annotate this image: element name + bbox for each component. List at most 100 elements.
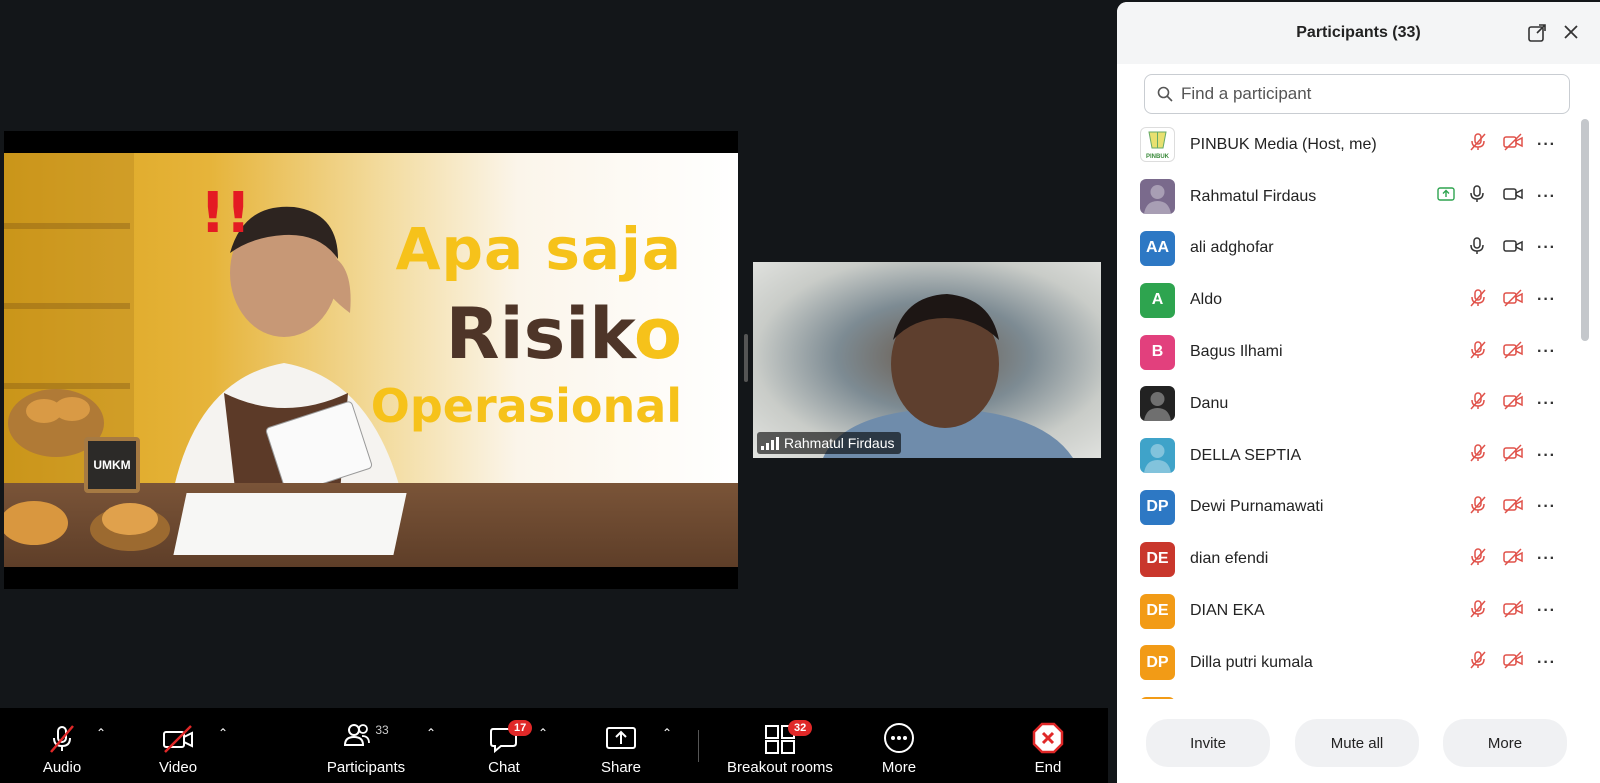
avatar-initials: B [1151,343,1164,361]
camera-icon[interactable] [1503,186,1523,207]
camera-off-icon[interactable] [1503,341,1523,364]
participant-more-icon[interactable]: ··· [1537,654,1556,672]
participant-more-icon[interactable]: ··· [1537,447,1556,465]
mute-all-button[interactable]: Mute all [1295,719,1419,767]
participant-row[interactable]: DE DIAN EKA ··· [1117,585,1579,637]
participant-more-icon[interactable]: ··· [1537,498,1556,516]
participant-more-icon[interactable]: ··· [1537,239,1556,257]
share-label: Share [600,759,642,776]
participant-more-icon[interactable]: ··· [1537,136,1556,154]
more-button[interactable]: More [872,708,926,783]
participant-video-tile[interactable]: Rahmatul Firdaus [753,262,1101,458]
participant-row[interactable]: ··· [1117,689,1579,699]
mic-muted-icon[interactable] [1469,340,1487,364]
video-off-icon [163,725,193,753]
participant-avatar [1140,697,1175,699]
pinbuk-logo-text: PINBUK [1145,154,1169,161]
mic-muted-icon[interactable] [1469,548,1487,571]
shelf-line [4,303,130,309]
camera-icon[interactable] [1503,238,1523,259]
chat-options-caret[interactable]: ⌃ [538,726,548,740]
camera-off-icon[interactable] [1503,651,1523,674]
mic-muted-icon[interactable] [1469,133,1487,156]
end-meeting-button[interactable]: End [1028,708,1068,783]
participants-panel: Participants (33) PINBUK PINBUK Media (Ho… [1117,2,1600,783]
participant-avatar: DE [1140,541,1175,577]
meeting-toolbar: Audio ⌃ Video ⌃ 33 Participants ⌃ Chat 1… [0,708,1108,783]
camera-off-icon[interactable] [1503,496,1523,519]
video-options-caret[interactable]: ⌃ [218,726,228,740]
participant-row[interactable]: DP Dewi Purnamawati ··· [1117,482,1579,534]
meeting-window: !! UMKM Apa saja Risiko Operasional Rahm… [0,0,1600,783]
mic-muted-icon[interactable] [1469,444,1487,467]
participant-more-icon[interactable]: ··· [1537,343,1556,361]
participants-icon [344,724,371,746]
participant-row[interactable]: Rahmatul Firdaus ··· [1117,171,1579,223]
scrollbar-thumb[interactable] [1581,119,1589,341]
slide-title-line2: Risiko [446,293,682,375]
profile-photo-icon [1144,185,1171,215]
mic-muted-icon[interactable] [1469,392,1487,415]
participant-search-box[interactable] [1144,74,1570,114]
participant-row[interactable]: AA ali adghofar ··· [1117,223,1579,275]
participant-list-scrollbar[interactable] [1579,119,1591,709]
participants-options-caret[interactable]: ⌃ [426,726,436,740]
participant-name: PINBUK Media (Host, me) [1190,135,1377,153]
participant-search-input[interactable] [1181,84,1561,104]
shelf-line [4,223,130,229]
camera-off-icon[interactable] [1503,133,1523,156]
mic-icon[interactable] [1469,237,1485,260]
audio-options-caret[interactable]: ⌃ [96,726,106,740]
participant-more-icon[interactable]: ··· [1537,550,1556,568]
participant-row[interactable]: DELLA SEPTIA ··· [1117,430,1579,482]
camera-off-icon[interactable] [1503,289,1523,312]
invite-button[interactable]: Invite [1146,719,1270,767]
slide-title-line3: Operasional [370,379,682,433]
mic-muted-icon[interactable] [1469,289,1487,312]
participant-name: Bagus Ilhami [1190,343,1283,361]
participant-row[interactable]: DE dian efendi ··· [1117,533,1579,585]
video-label: Video [158,759,198,776]
participant-row[interactable]: PINBUK PINBUK Media (Host, me) ··· [1117,119,1579,171]
video-button[interactable]: Video [146,708,210,783]
search-icon [1157,86,1173,102]
mic-muted-icon[interactable] [1469,599,1487,623]
participant-row[interactable]: A Aldo ··· [1117,274,1579,326]
chat-unread-badge: 17 [508,720,533,736]
participant-name: DELLA SEPTIA [1190,446,1302,464]
participant-avatar: DE [1140,593,1175,629]
share-options-caret[interactable]: ⌃ [662,726,672,740]
umkm-sign: UMKM [84,437,140,493]
mic-muted-icon[interactable] [1469,496,1487,519]
audio-label: Audio [42,759,82,776]
participant-more-icon[interactable]: ··· [1537,602,1556,620]
panel-more-button[interactable]: More [1443,719,1567,767]
share-button[interactable]: Share [596,708,646,783]
breakout-rooms-button[interactable]: Breakout rooms [722,708,838,783]
audio-button[interactable]: Audio [28,708,96,783]
participant-more-icon[interactable]: ··· [1537,291,1556,309]
participant-more-icon[interactable]: ··· [1537,395,1556,413]
participant-row[interactable]: B Bagus Ilhami ··· [1117,326,1579,378]
avatar-initials: DP [1146,498,1169,516]
paper-sheet [173,493,407,555]
participant-row[interactable]: Danu ··· [1117,378,1579,430]
participant-avatar: AA [1140,230,1175,266]
participants-button[interactable]: 33 Participants [322,708,410,783]
participant-row[interactable]: DP Dilla putri kumala ··· [1117,637,1579,689]
popout-icon[interactable] [1528,24,1546,42]
avatar-initials: A [1151,291,1164,309]
toolbar-divider [698,730,699,762]
participant-avatar [1140,438,1175,474]
mic-muted-icon[interactable] [1469,651,1487,674]
camera-off-icon[interactable] [1503,392,1523,415]
mic-icon[interactable] [1469,185,1485,208]
camera-off-icon[interactable] [1503,548,1523,571]
camera-off-icon[interactable] [1503,444,1523,467]
resize-handle[interactable] [744,334,748,382]
camera-off-icon[interactable] [1503,600,1523,623]
participant-more-icon[interactable]: ··· [1537,188,1556,206]
speaker-video [823,294,1073,458]
close-icon[interactable] [1562,23,1580,41]
exclamation-marks: !! [200,181,252,246]
